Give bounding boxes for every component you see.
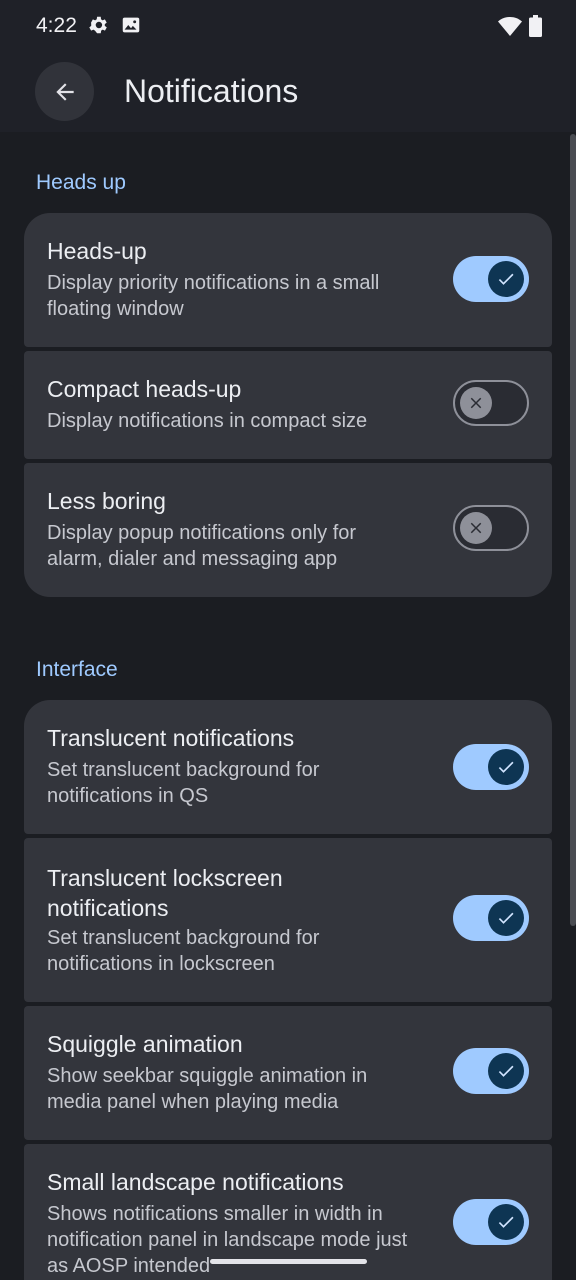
translucent-lockscreen-toggle[interactable] xyxy=(453,895,529,941)
compact-heads-up-toggle[interactable] xyxy=(453,380,529,426)
heads-up-toggle[interactable] xyxy=(453,256,529,302)
setting-title: Compact heads-up xyxy=(47,376,242,402)
section-header-heads-up: Heads up xyxy=(36,171,126,194)
setting-less-boring[interactable]: Less boring Display popup notifications … xyxy=(24,463,552,597)
check-icon xyxy=(488,1204,524,1240)
setting-title: Heads-up xyxy=(47,238,147,264)
setting-description: Set translucent background for notificat… xyxy=(47,759,320,807)
setting-compact-heads-up[interactable]: Compact heads-up Display notifications i… xyxy=(24,351,552,459)
setting-description: Display popup notifications only for ala… xyxy=(47,522,357,570)
check-icon xyxy=(488,261,524,297)
setting-description: Shows notifications smaller in width in … xyxy=(47,1203,408,1277)
back-button[interactable] xyxy=(35,62,94,121)
setting-title: Less boring xyxy=(47,488,166,514)
setting-title: Translucent lockscreen notifications xyxy=(47,865,283,921)
wifi-icon xyxy=(498,15,522,42)
arrow-back-icon xyxy=(52,79,78,105)
setting-description: Set translucent background for notificat… xyxy=(47,927,320,975)
status-bar: 4:22 xyxy=(0,0,576,54)
page-title: Notifications xyxy=(124,73,299,109)
setting-description: Display notifications in compact size xyxy=(47,410,368,432)
setting-description: Display priority notifications in a smal… xyxy=(47,272,380,320)
setting-title: Translucent notifications xyxy=(47,725,295,751)
top-app-bar: Notifications xyxy=(0,54,576,132)
setting-translucent-notifications[interactable]: Translucent notifications Set translucen… xyxy=(24,700,552,834)
status-time: 4:22 xyxy=(36,14,77,37)
close-icon xyxy=(460,512,492,544)
setting-translucent-lockscreen-notifications[interactable]: Translucent lockscreen notifications Set… xyxy=(24,838,552,1002)
squiggle-animation-toggle[interactable] xyxy=(453,1048,529,1094)
setting-title: Small landscape notifications xyxy=(47,1169,344,1195)
close-icon xyxy=(460,387,492,419)
translucent-notifications-toggle[interactable] xyxy=(453,744,529,790)
scrollbar[interactable] xyxy=(570,134,576,926)
check-icon xyxy=(488,749,524,785)
check-icon xyxy=(488,900,524,936)
gesture-nav-handle[interactable] xyxy=(210,1259,367,1264)
setting-heads-up[interactable]: Heads-up Display priority notifications … xyxy=(24,213,552,347)
section-header-interface: Interface xyxy=(36,658,118,681)
battery-icon xyxy=(529,15,542,42)
small-landscape-toggle[interactable] xyxy=(453,1199,529,1245)
setting-title: Squiggle animation xyxy=(47,1031,243,1057)
setting-squiggle-animation[interactable]: Squiggle animation Show seekbar squiggle… xyxy=(24,1006,552,1140)
setting-description: Show seekbar squiggle animation in media… xyxy=(47,1065,368,1113)
less-boring-toggle[interactable] xyxy=(453,505,529,551)
image-icon xyxy=(120,14,142,41)
check-icon xyxy=(488,1053,524,1089)
settings-gear-icon xyxy=(87,14,109,41)
